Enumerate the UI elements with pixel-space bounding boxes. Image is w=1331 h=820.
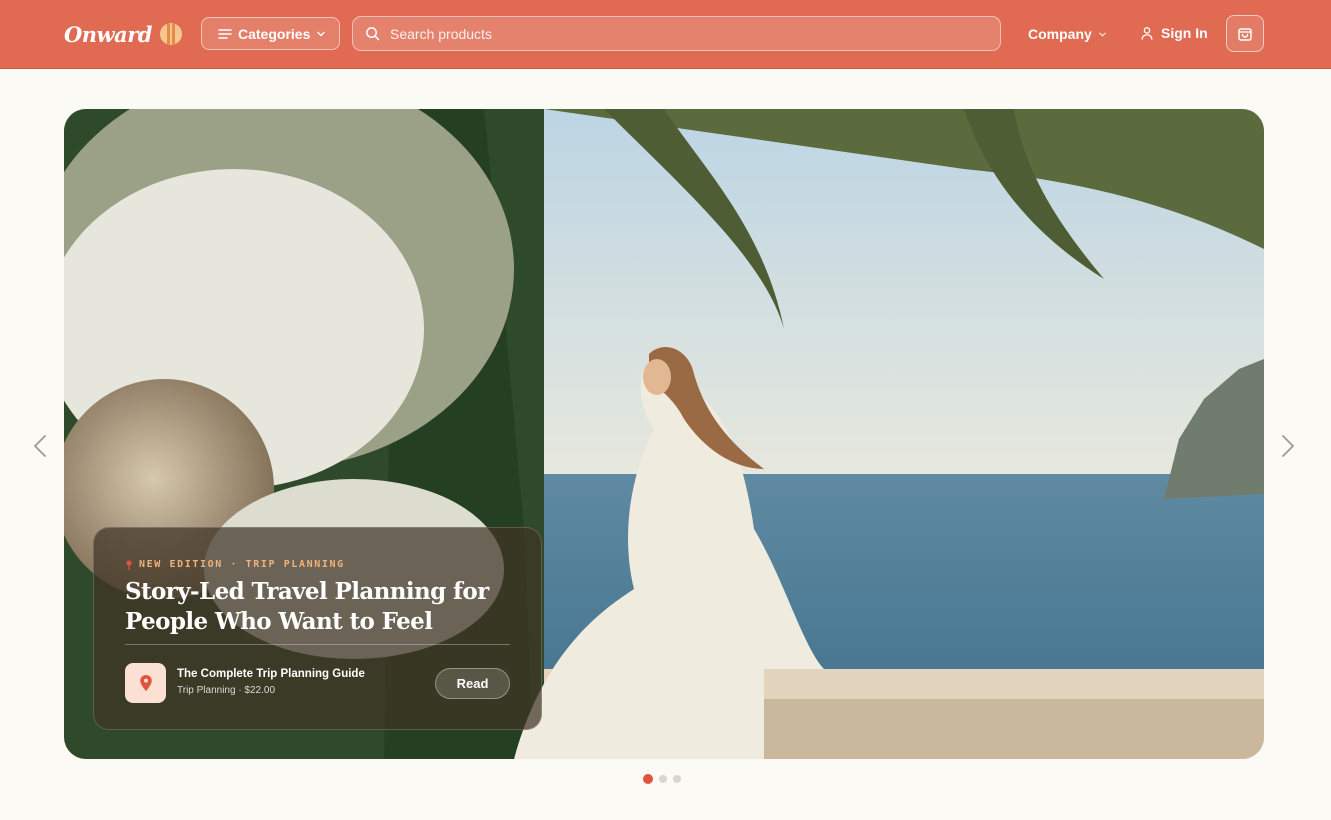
search-bar[interactable] [352, 16, 1001, 51]
card-divider [125, 644, 510, 645]
company-label: Company [1028, 26, 1092, 42]
carousel-dot-2[interactable] [659, 775, 667, 783]
chevron-left-icon [34, 435, 46, 457]
search-icon [366, 27, 380, 41]
brand-logo[interactable]: Onward [64, 18, 182, 50]
carousel-dot-3[interactable] [673, 775, 681, 783]
categories-label: Categories [238, 25, 311, 42]
product-thumbnail[interactable] [125, 663, 166, 703]
chevron-down-icon [317, 31, 326, 36]
carousel-pagination [643, 774, 681, 784]
cart-button[interactable] [1226, 15, 1264, 52]
sign-in-link[interactable]: Sign In [1140, 23, 1208, 43]
sign-in-label: Sign In [1161, 25, 1208, 41]
menu-icon [218, 28, 232, 39]
chevron-right-icon [1282, 435, 1294, 457]
map-pin-icon [139, 675, 152, 691]
user-icon [1141, 27, 1153, 40]
carousel-dot-1[interactable] [643, 774, 653, 784]
product-meta: Trip Planning · $22.00 [177, 685, 276, 696]
chevron-down-icon [1099, 32, 1106, 37]
hero-title: Story-Led Travel Planning for People Who… [125, 578, 489, 635]
product-title[interactable]: The Complete Trip Planning Guide [177, 668, 365, 680]
company-menu[interactable]: Company [1028, 24, 1107, 44]
carousel-prev-button[interactable] [29, 430, 51, 462]
categories-button[interactable]: Categories [201, 17, 340, 50]
featured-edition-card: NEW EDITION · TRIP PLANNING Story-Led Tr… [93, 527, 542, 730]
hero-carousel-slide: NEW EDITION · TRIP PLANNING Story-Led Tr… [64, 109, 1264, 759]
eyebrow-text: NEW EDITION · TRIP PLANNING [139, 559, 345, 570]
top-navigation-bar: Onward Categories Company Sign In [0, 0, 1331, 69]
brand-name: Onward [64, 21, 153, 47]
pin-icon [126, 559, 132, 570]
shopping-bag-icon [1238, 27, 1252, 41]
edition-eyebrow: NEW EDITION · TRIP PLANNING [125, 559, 345, 570]
search-input[interactable] [390, 25, 970, 42]
read-button[interactable]: Read [435, 668, 510, 699]
carousel-next-button[interactable] [1277, 430, 1299, 462]
brand-mark-icon [160, 23, 182, 45]
